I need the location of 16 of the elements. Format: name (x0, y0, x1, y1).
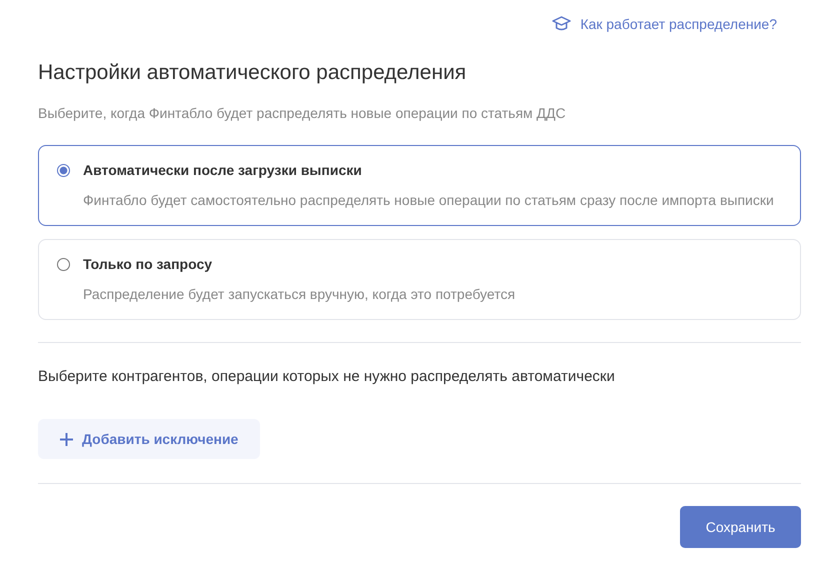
radio-button[interactable] (57, 164, 70, 177)
add-exclusion-button[interactable]: Добавить исключение (38, 419, 260, 459)
option-label: Только по запросу (83, 256, 214, 272)
plus-icon (60, 432, 73, 446)
option-description: Финтабло будет самостоятельно распределять новые операции по статьям сразу после импорта выписки (83, 191, 774, 210)
subtitle: Выберите, когда Финтабло будет распределять новые операции по статьям ДДС (38, 105, 567, 121)
radio-button[interactable] (57, 258, 70, 271)
option-card[interactable]: Автоматически после загрузки выписки Финтабло будет самостоятельно распределять новые операции по статьям сразу после импорта выписки (38, 145, 801, 226)
save-button[interactable]: Сохранить (680, 506, 801, 548)
option-label: Автоматически после загрузки выписки (83, 162, 363, 178)
help-link[interactable]: Как работает распределение? (552, 14, 777, 34)
option-description: Распределение будет запускаться вручную, когда это потребуется (83, 285, 516, 304)
option-card[interactable]: Только по запросу Распределение будет запускаться вручную, когда это потребуется (38, 239, 801, 320)
exclusions-label: Выберите контрагентов, операции которых не нужно распределять автоматически (38, 368, 616, 385)
page-title: Настройки автоматического распределения (38, 61, 468, 85)
graduation-cap-icon (552, 16, 572, 32)
